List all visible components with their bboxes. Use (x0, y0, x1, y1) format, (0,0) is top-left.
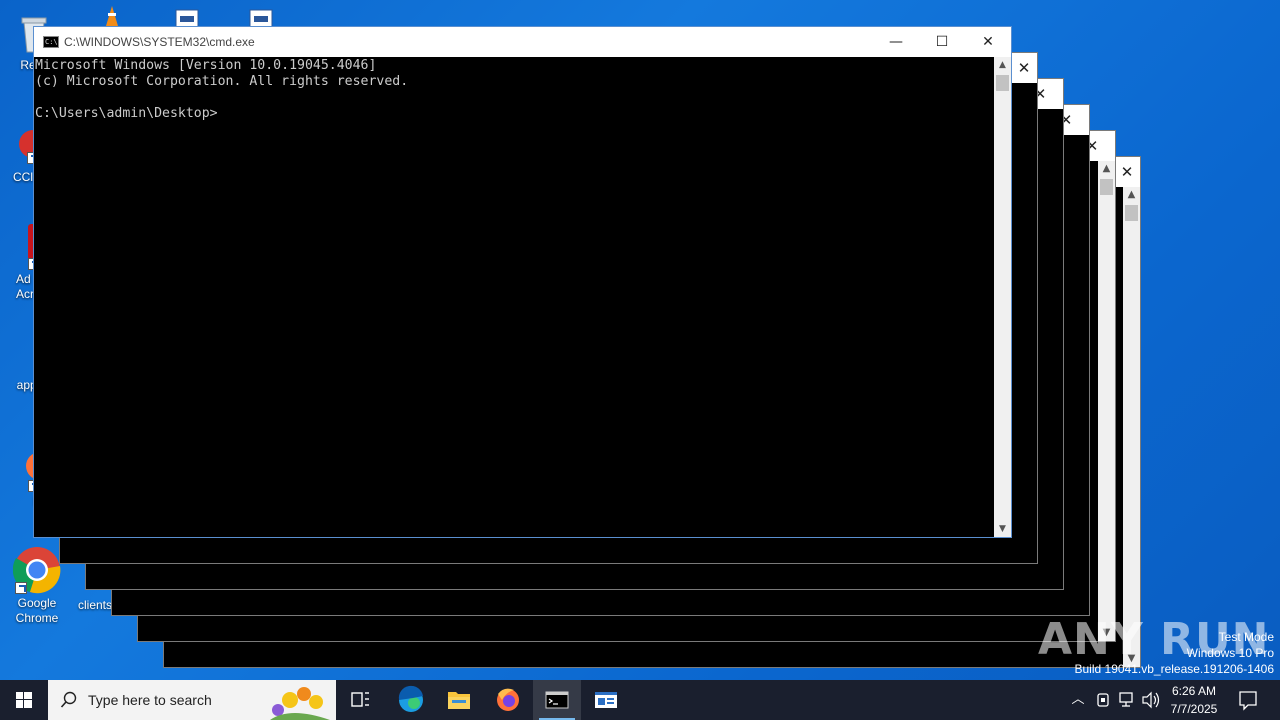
search-placeholder: Type here to search (88, 692, 212, 708)
network-icon[interactable] (1116, 680, 1138, 720)
close-icon[interactable]: ✕ (1114, 157, 1140, 187)
chrome-icon (12, 546, 61, 594)
maximize-icon: ☐ (935, 34, 949, 50)
taskbar-cmd-button[interactable] (533, 680, 581, 720)
task-view-icon (351, 692, 369, 707)
document-icon (162, 6, 210, 29)
minimize-button[interactable]: — (873, 27, 919, 57)
security-icon (1097, 693, 1109, 707)
scroll-up-icon[interactable]: ▲ (1123, 187, 1140, 203)
close-button[interactable]: ✕ (965, 27, 1011, 57)
taskbar-edge-button[interactable] (387, 680, 435, 720)
tray-app-icon[interactable] (1092, 680, 1114, 720)
folder-icon (448, 692, 470, 709)
clock-time: 6:26 AM (1171, 684, 1217, 698)
taskbar-clock[interactable]: 6:26 AM 7/7/2025 (1160, 682, 1228, 718)
search-highlight-flowers-icon (270, 687, 330, 720)
window-app-icon (595, 692, 617, 708)
window-title: C:\WINDOWS\SYSTEM32\cmd.exe (64, 35, 255, 49)
vlc-icon (88, 4, 136, 28)
minimize-icon: — (889, 34, 903, 50)
taskbar-firefox-button[interactable] (484, 680, 532, 720)
clock-date: 7/7/2025 (1170, 702, 1218, 716)
edge-icon (398, 685, 423, 712)
watermark-line: Build 19041.vb_release.191206-1406 (1074, 662, 1275, 676)
scroll-down-icon[interactable]: ▼ (994, 521, 1011, 537)
console-prompt: C:\Users\admin\Desktop> (35, 106, 218, 121)
taskbar-file-explorer-button[interactable] (435, 680, 483, 720)
scroll-up-icon[interactable]: ▲ (994, 57, 1011, 73)
console-line: (c) Microsoft Corporation. All rights re… (35, 74, 409, 89)
scrollbar[interactable]: ▲ ▼ (1123, 187, 1140, 667)
close-icon[interactable]: ✕ (1011, 53, 1037, 83)
scroll-thumb[interactable] (996, 75, 1009, 91)
window-title-bar[interactable]: C:\ C:\WINDOWS\SYSTEM32\cmd.exe — ☐ ✕ (34, 27, 1011, 57)
vertical-scrollbar[interactable]: ▲ ▼ (994, 57, 1011, 537)
watermark-line: Windows 10 Pro (1186, 646, 1274, 660)
start-button[interactable] (0, 680, 48, 720)
cmd-app-icon: C:\ (43, 36, 59, 48)
firefox-icon (497, 688, 519, 711)
taskbar: Type here to search ︿ 6:26 AM 7/7/2025 (0, 680, 1280, 720)
taskbar-search-box[interactable]: Type here to search (48, 680, 336, 720)
notification-icon (1239, 691, 1257, 711)
close-icon: ✕ (982, 34, 994, 50)
console-output[interactable]: Microsoft Windows [Version 10.0.19045.40… (34, 57, 994, 537)
cmd-icon (545, 691, 569, 709)
volume-icon[interactable] (1140, 680, 1162, 720)
scroll-thumb[interactable] (1125, 205, 1138, 221)
task-view-button[interactable] (336, 680, 384, 720)
scrollbar[interactable]: ▲ ▼ (1098, 161, 1115, 641)
document-icon (236, 6, 284, 29)
console-line: Microsoft Windows [Version 10.0.19045.40… (35, 58, 377, 73)
action-center-button[interactable] (1234, 680, 1262, 720)
maximize-button[interactable]: ☐ (919, 27, 965, 57)
show-hidden-icons-chevron-icon[interactable]: ︿ (1068, 680, 1088, 720)
taskbar-app-button[interactable] (582, 680, 630, 720)
scroll-thumb[interactable] (1100, 179, 1113, 195)
shortcut-arrow-icon (15, 582, 27, 594)
windows-logo-icon (16, 692, 32, 708)
cmd-window[interactable]: C:\ C:\WINDOWS\SYSTEM32\cmd.exe — ☐ ✕ Mi… (33, 26, 1012, 538)
watermark-line: Test Mode (1218, 630, 1274, 644)
search-icon (60, 691, 77, 708)
scroll-up-icon[interactable]: ▲ (1098, 161, 1115, 177)
test-mode-watermark: Test Mode Windows 10 Pro Build 19041.vb_… (1075, 629, 1275, 677)
